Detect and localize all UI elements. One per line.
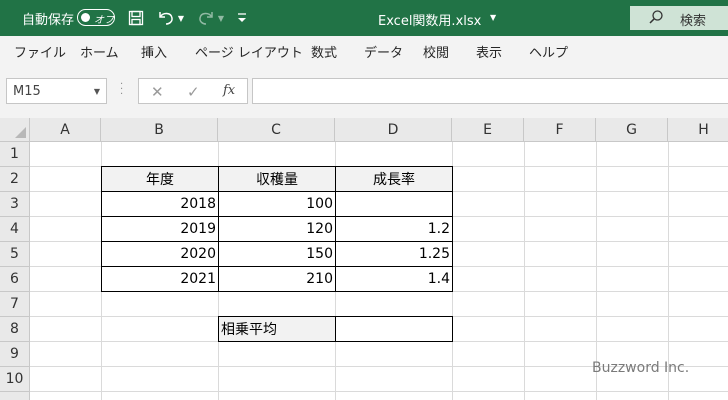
cell-c8[interactable]: 相乗平均 <box>218 316 336 342</box>
insert-function-icon[interactable]: fx <box>223 83 235 98</box>
tab-formulas[interactable]: 数式 <box>311 42 337 61</box>
column-header-g[interactable]: G <box>596 118 668 142</box>
row-header-4[interactable]: 4 <box>0 217 30 242</box>
cell-b5[interactable]: 2020 <box>101 241 219 267</box>
cell-b3[interactable]: 2018 <box>101 191 219 217</box>
column-header-c[interactable]: C <box>218 118 335 142</box>
column-header-h[interactable]: H <box>668 118 728 142</box>
search-label: 検索 <box>680 14 707 29</box>
tab-page-layout[interactable]: ページ レイアウト <box>195 42 303 61</box>
tab-home[interactable]: ホーム <box>80 42 119 61</box>
ribbon-tabs: ファイル ホーム 挿入 ページ レイアウト 数式 データ 校閲 表示 ヘルプ <box>0 36 728 66</box>
row-header-3[interactable]: 3 <box>0 192 30 217</box>
formula-tools: ✕ ✓ fx <box>138 78 248 104</box>
row-header-6[interactable]: 6 <box>0 267 30 292</box>
name-box-value: M15 <box>13 84 41 99</box>
cell-c6[interactable]: 210 <box>218 266 336 292</box>
gridline <box>30 391 728 392</box>
tab-file[interactable]: ファイル <box>14 42 66 61</box>
gridline <box>524 142 525 400</box>
cell-c2[interactable]: 収穫量 <box>218 166 336 192</box>
customize-toolbar-icon[interactable] <box>236 7 248 29</box>
formula-input[interactable] <box>252 78 728 104</box>
autosave-label: 自動保存 <box>22 13 75 28</box>
row-header-2[interactable]: 2 <box>0 167 30 192</box>
formula-bar: M15 ▼ · · · ✕ ✓ fx <box>0 66 728 118</box>
column-header-f[interactable]: F <box>524 118 596 142</box>
cell-d5[interactable]: 1.25 <box>335 241 453 267</box>
row-header-9[interactable]: 9 <box>0 342 30 367</box>
column-header-b[interactable]: B <box>101 118 218 142</box>
cell-b2[interactable]: 年度 <box>101 166 219 192</box>
tab-view[interactable]: 表示 <box>476 42 502 61</box>
select-all-icon <box>15 127 26 138</box>
watermark: Buzzword Inc. <box>592 360 690 376</box>
cell-b6[interactable]: 2021 <box>101 266 219 292</box>
cell-d4[interactable]: 1.2 <box>335 216 453 242</box>
search-icon <box>648 9 664 29</box>
row-header-7[interactable]: 7 <box>0 292 30 317</box>
cell-c5[interactable]: 150 <box>218 241 336 267</box>
row-header-10[interactable]: 10 <box>0 367 30 392</box>
cell-d8[interactable] <box>335 316 453 342</box>
column-header-d[interactable]: D <box>335 118 452 142</box>
worksheet-grid[interactable]: A B C D E F G H 1 2 3 4 5 6 7 8 9 10 年度 … <box>0 118 728 400</box>
redo-dropdown-icon[interactable]: ▼ <box>217 7 225 29</box>
autosave-toggle[interactable]: オフ <box>77 9 115 26</box>
autosave-state: オフ <box>94 15 114 26</box>
search-box[interactable]: 検索 <box>630 6 728 30</box>
column-header-a[interactable]: A <box>30 118 101 142</box>
cancel-icon[interactable]: ✕ <box>151 83 164 101</box>
row-header-5[interactable]: 5 <box>0 242 30 267</box>
document-title[interactable]: Excel関数用.xlsx <box>378 10 481 29</box>
tab-review[interactable]: 校閲 <box>423 42 449 61</box>
row-header-8[interactable]: 8 <box>0 317 30 342</box>
toggle-knob <box>81 13 90 22</box>
column-header-e[interactable]: E <box>452 118 524 142</box>
more-options-icon[interactable]: · · · <box>120 80 123 100</box>
title-bar: 自動保存 オフ ▼ ▼ Excel関数用.xlsx ▼ 検索 <box>0 0 728 36</box>
undo-icon[interactable] <box>156 7 176 29</box>
row-header-1[interactable]: 1 <box>0 142 30 167</box>
tab-insert[interactable]: 挿入 <box>141 42 167 61</box>
select-all-button[interactable] <box>0 118 30 142</box>
cell-d2[interactable]: 成長率 <box>335 166 453 192</box>
cell-d3[interactable] <box>335 191 453 217</box>
title-dropdown-icon[interactable]: ▼ <box>490 13 496 22</box>
name-box-dropdown-icon[interactable]: ▼ <box>94 87 100 96</box>
cell-d6[interactable]: 1.4 <box>335 266 453 292</box>
cell-c4[interactable]: 120 <box>218 216 336 242</box>
undo-dropdown-icon[interactable]: ▼ <box>177 7 185 29</box>
enter-icon[interactable]: ✓ <box>187 83 200 101</box>
tab-data[interactable]: データ <box>364 42 403 61</box>
tab-help[interactable]: ヘルプ <box>529 42 568 61</box>
save-icon[interactable] <box>126 7 146 29</box>
name-box[interactable]: M15 ▼ <box>6 78 107 104</box>
row-header-11[interactable] <box>0 392 30 400</box>
cell-b4[interactable]: 2019 <box>101 216 219 242</box>
cell-c3[interactable]: 100 <box>218 191 336 217</box>
redo-icon[interactable] <box>196 7 216 29</box>
